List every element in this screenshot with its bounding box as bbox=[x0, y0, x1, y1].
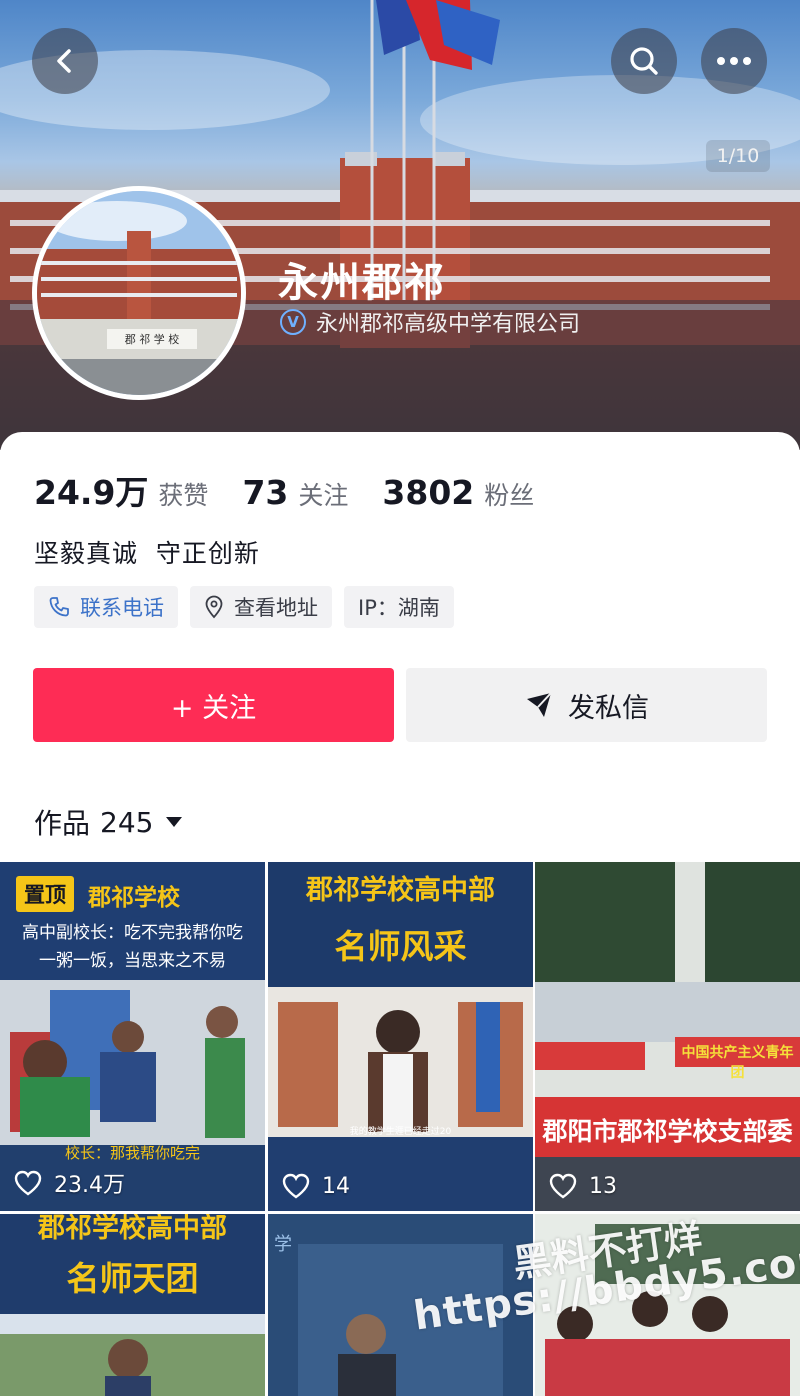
heart-icon bbox=[14, 1170, 42, 1196]
avatar-image: 郡 祁 学 校 bbox=[37, 191, 241, 395]
send-paper-plane-icon bbox=[527, 692, 552, 717]
heart-icon bbox=[282, 1173, 310, 1199]
chevron-left-icon bbox=[57, 49, 71, 73]
stat-followers-label: 粉丝 bbox=[484, 481, 535, 510]
search-icon bbox=[630, 47, 658, 75]
stat-likes[interactable]: 24.9万 获赞 bbox=[34, 466, 208, 514]
tile-subtitle: 我的教学生涯已经走过20 bbox=[349, 1127, 452, 1137]
tile-banner-text: 郡阳市郡祁学校支部委 bbox=[542, 1117, 793, 1146]
tile-title-line2: 名师风采 bbox=[334, 927, 467, 966]
heart-icon bbox=[549, 1173, 577, 1199]
tile-like-count: 14 bbox=[282, 1173, 350, 1199]
stat-following-label: 关注 bbox=[298, 481, 349, 510]
phone-icon bbox=[49, 597, 69, 617]
verified-badge-icon: V bbox=[280, 309, 306, 335]
tile-subtitle: 校长：那我帮你吃完 bbox=[64, 1144, 200, 1162]
tile-like-value: 23.4万 bbox=[54, 1173, 125, 1198]
video-tile[interactable] bbox=[535, 1214, 800, 1396]
video-tile[interactable]: 中国共产主义青年团 郡阳市郡祁学校支部委 13 bbox=[535, 862, 800, 1211]
svg-text:郡 祁 学 校: 郡 祁 学 校 bbox=[125, 332, 180, 346]
video-thumbnail bbox=[535, 1214, 800, 1396]
stat-likes-label: 获赞 bbox=[158, 481, 209, 510]
profile-bio: 坚毅真诚 守正创新 bbox=[34, 539, 260, 568]
tile-corner-text: 学 bbox=[274, 1234, 292, 1255]
avatar[interactable]: 郡 祁 学 校 bbox=[32, 186, 246, 400]
tile-title-line1: 郡祁学校高中部 bbox=[38, 1214, 227, 1244]
more-button[interactable] bbox=[701, 28, 767, 94]
tile-school-title: 郡祁学校 bbox=[88, 885, 180, 911]
works-label: 作品 bbox=[34, 807, 91, 840]
tile-title-line1: 郡祁学校高中部 bbox=[306, 875, 495, 906]
send-message-label: 发私信 bbox=[568, 692, 649, 724]
works-tab[interactable]: 作品 245 bbox=[34, 802, 183, 842]
tile-like-value: 14 bbox=[322, 1173, 350, 1199]
tile-caption-line2: 一粥一饭，当思来之不易 bbox=[39, 951, 226, 971]
contact-phone-label: 联系电话 bbox=[80, 596, 164, 620]
view-address-chip[interactable]: 查看地址 bbox=[190, 586, 332, 628]
stats-row: 24.9万 获赞 73 关注 3802 粉丝 bbox=[34, 466, 568, 514]
tile-like-value: 13 bbox=[589, 1173, 617, 1199]
cover-banner[interactable]: 1/10 郡 祁 学 校 永州郡祁 V 永州郡祁高级中学有限公司 bbox=[0, 0, 800, 450]
location-pin-icon bbox=[205, 595, 223, 619]
tile-like-count: 23.4万 bbox=[14, 1167, 125, 1199]
video-tile[interactable]: 郡祁学校高中部 名师天团 bbox=[0, 1214, 265, 1396]
tile-caption-line1: 高中副校长：吃不完我帮你吃 bbox=[22, 923, 243, 943]
caret-down-icon[interactable] bbox=[165, 816, 183, 828]
tile-like-count: 13 bbox=[549, 1173, 617, 1199]
search-button[interactable] bbox=[611, 28, 677, 94]
verified-organization: 永州郡祁高级中学有限公司 bbox=[316, 312, 581, 337]
back-button[interactable] bbox=[32, 28, 98, 94]
stat-following[interactable]: 73 关注 bbox=[242, 473, 348, 512]
video-tile[interactable]: 学 bbox=[268, 1214, 533, 1396]
cover-page-counter: 1/10 bbox=[706, 140, 770, 172]
info-chips: 联系电话 查看地址 IP：湖南 bbox=[34, 586, 466, 628]
contact-phone-chip[interactable]: 联系电话 bbox=[34, 586, 178, 628]
verification-row: V 永州郡祁高级中学有限公司 bbox=[280, 306, 580, 338]
video-thumbnail bbox=[535, 862, 800, 1211]
stat-following-value: 73 bbox=[242, 473, 289, 512]
send-message-button[interactable]: 发私信 bbox=[406, 668, 767, 742]
view-address-label: 查看地址 bbox=[234, 596, 318, 620]
video-tile[interactable]: 郡祁学校高中部 名师风采 我的教学生涯已经走过20 14 bbox=[268, 862, 533, 1211]
follow-button[interactable]: + 关注 bbox=[33, 668, 394, 742]
video-thumbnail bbox=[268, 862, 533, 1211]
video-tile-pinned[interactable]: 置顶 郡祁学校 高中副校长：吃不完我帮你吃 一粥一饭，当思来之不易 校长：那我帮… bbox=[0, 862, 265, 1211]
video-thumbnail bbox=[268, 1214, 533, 1396]
tile-title-line2: 名师天团 bbox=[66, 1259, 199, 1298]
ip-location-label: IP：湖南 bbox=[358, 596, 440, 620]
works-count: 245 bbox=[100, 805, 154, 839]
more-dots-icon bbox=[717, 57, 751, 65]
profile-name: 永州郡祁 bbox=[278, 260, 446, 306]
stat-likes-value: 24.9万 bbox=[34, 473, 149, 512]
stat-followers-value: 3802 bbox=[382, 473, 475, 512]
tile-banner-top: 中国共产主义青年团 bbox=[681, 1045, 794, 1081]
ip-location-chip: IP：湖南 bbox=[344, 586, 454, 628]
pinned-badge: 置顶 bbox=[16, 876, 74, 912]
stat-followers[interactable]: 3802 粉丝 bbox=[382, 473, 534, 512]
